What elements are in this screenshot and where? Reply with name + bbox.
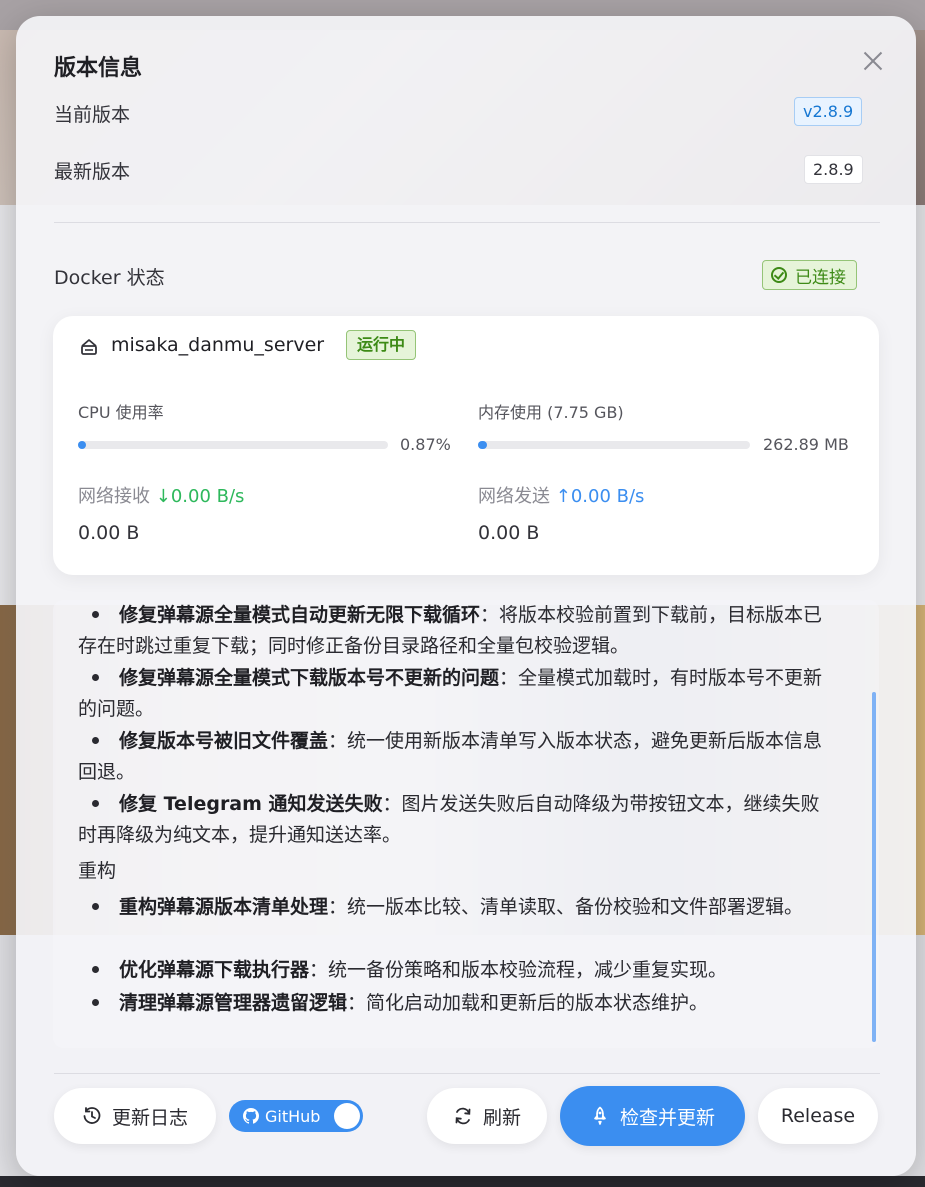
refresh-button-label: 刷新 [482, 1106, 521, 1129]
changelog-item: 修复弹幕源全量模式下载版本号不更新的问题：全量模式加载时，有时版本号不更新的问题… [78, 667, 823, 720]
github-icon [243, 1108, 259, 1124]
network-tx-rate: ↑0.00 B/s [555, 486, 645, 507]
network-tx: 网络发送 ↑0.00 B/s [478, 482, 644, 508]
memory-label: 内存使用 (7.75 GB) [478, 403, 624, 422]
toggle-knob [334, 1103, 360, 1129]
server-icon [81, 339, 97, 355]
cpu-progress-bar [78, 441, 388, 449]
changelog-item: 优化弹幕源下载执行器：统一备份策略和版本校验流程，减少重复实现。 [78, 955, 838, 986]
memory-progress-bar [478, 441, 750, 449]
rocket-icon [594, 1106, 606, 1125]
changelog-scrollbar[interactable] [872, 692, 876, 1042]
release-button[interactable]: Release [758, 1088, 878, 1144]
changelog-panel[interactable]: 修复弹幕源全量模式自动更新无限下载循环：将版本校验前置到下载前，目标版本已存在时… [53, 600, 879, 1048]
changelog-item: 重构弹幕源版本清单处理：统一版本比较、清单读取、备份校验和文件部署逻辑。 [78, 892, 838, 923]
docker-status-badge: 已连接 [762, 260, 857, 290]
changelog-button-label: 更新日志 [111, 1106, 188, 1129]
refresh-icon [455, 1107, 471, 1125]
changelog-item: 修复 Telegram 通知发送失败：图片发送失败后自动降级为带按钮文本，继续失… [78, 793, 820, 846]
network-rx: 网络接收 ↓0.00 B/s [78, 482, 244, 508]
network-tx-label: 网络发送 [478, 486, 550, 507]
changelog-item: 修复版本号被旧文件覆盖：统一使用新版本清单写入版本状态，避免更新后版本信息回退。 [78, 730, 823, 783]
history-icon [83, 1107, 101, 1124]
close-icon[interactable] [858, 46, 888, 76]
refresh-button[interactable]: 刷新 [427, 1088, 547, 1144]
check-update-button[interactable]: 检查并更新 [560, 1086, 745, 1146]
cpu-label: CPU 使用率 [78, 403, 164, 422]
version-info-dialog: 版本信息 当前版本 v2.8.9 最新版本 2.8.9 Docker 状态 已连… [16, 16, 916, 1176]
current-version-label: 当前版本 [54, 104, 131, 126]
changelog-button[interactable]: 更新日志 [54, 1088, 216, 1144]
network-rx-total: 0.00 B [78, 522, 140, 544]
github-toggle[interactable]: GitHub [229, 1100, 363, 1132]
footer-divider [54, 1073, 880, 1074]
network-rx-label: 网络接收 [78, 486, 150, 507]
memory-value: 262.89 MB [763, 435, 849, 454]
memory-progress-fill [478, 441, 487, 449]
network-rx-rate: ↓0.00 B/s [155, 486, 245, 507]
latest-version-label: 最新版本 [54, 161, 131, 183]
check-circle-icon [771, 267, 787, 283]
check-update-button-label: 检查并更新 [619, 1106, 715, 1129]
github-toggle-label: GitHub [265, 1106, 321, 1126]
changelog-item: 修复弹幕源全量模式自动更新无限下载循环：将版本校验前置到下载前，目标版本已存在时… [78, 604, 823, 657]
changelog-item: 清理弹幕源管理器遗留逻辑：简化启动加载和更新后的版本状态维护。 [78, 988, 838, 1019]
cpu-progress-fill [78, 441, 86, 449]
container-name: misaka_danmu_server [111, 334, 325, 356]
container-state-badge: 运行中 [346, 330, 417, 360]
current-version-badge: v2.8.9 [794, 97, 863, 126]
network-tx-total: 0.00 B [478, 522, 540, 544]
container-card: misaka_danmu_server 运行中 CPU 使用率 0.87% 内存… [53, 316, 879, 575]
release-button-label: Release [780, 1105, 856, 1127]
divider [54, 222, 880, 223]
dialog-title: 版本信息 [54, 56, 143, 81]
background-bottom-strip [0, 1176, 925, 1187]
latest-version-badge: 2.8.9 [804, 155, 863, 184]
cpu-value: 0.87% [400, 435, 451, 454]
changelog-section-title: 重构 [78, 860, 117, 882]
docker-status-text: 已连接 [795, 267, 846, 288]
docker-status-label: Docker 状态 [54, 267, 165, 289]
